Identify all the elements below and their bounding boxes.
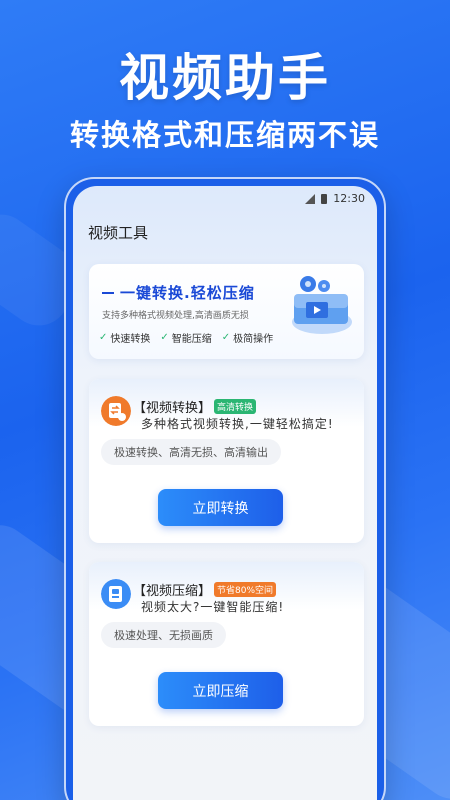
convert-button[interactable]: 立即转换 [158,489,283,526]
feature-item: ✓ 极简操作 [222,330,273,345]
feature-label: 极简操作 [233,334,274,345]
compress-button[interactable]: 立即压缩 [158,672,283,709]
dash-decoration [102,291,114,294]
video-convert-card: 【视频转换】 高清转换 多种格式视频转换,一键轻松搞定! 极速转换、高清无损、高… [89,379,364,543]
video-compress-card: 【视频压缩】 节省80%空间 视频太大?一键智能压缩! 极速处理、无损画质 立即… [89,562,364,726]
card-tag: 高清转换 [214,399,257,414]
convert-icon [101,396,131,426]
banner-features: ✓ 快速转换 ✓ 智能压缩 ✓ 极简操作 [99,330,273,345]
banner-headline-row: 一键转换.轻松压缩 [102,282,255,303]
check-icon: ✓ [221,332,231,343]
check-icon: ✓ [160,332,169,343]
card-tag: 节省80%空间 [214,582,277,597]
compress-icon [101,579,131,609]
signal-icon [305,193,316,204]
feature-item: ✓ 智能压缩 [160,330,211,345]
card-title-row: 【视频转换】 高清转换 [133,397,257,416]
status-bar: 12:30 [305,192,365,205]
banner-description: 支持多种格式视频处理,高清画质无损 [102,311,249,321]
feature-chip: 极速转换、高清无损、高清输出 [101,439,281,465]
card-title: 【视频压缩】 [133,584,212,599]
status-time: 12:30 [333,192,365,205]
promo-banner: 一键转换.轻松压缩 支持多种格式视频处理,高清画质无损 ✓ 快速转换 ✓ 智能压缩 … [89,264,364,359]
hero-subtitle: 转换格式和压缩两不误 [69,118,380,152]
card-title-row: 【视频压缩】 节省80%空间 [133,580,277,599]
phone-mockup: 12:30 视频工具 一键转换.轻松压缩 支持多种格式视频处理,高清画质无损 ✓… [64,177,386,800]
card-description: 多种格式视频转换,一键轻松搞定! [141,417,334,431]
feature-label: 智能压缩 [171,334,212,345]
hero-title: 视频助手 [119,49,331,107]
feature-item: ✓ 快速转换 [99,330,150,345]
banner-headline: 一键转换.轻松压缩 [120,284,255,302]
card-title: 【视频转换】 [133,401,212,416]
feature-chip: 极速处理、无损画质 [101,622,226,648]
video-reel-illustration-icon [292,276,352,334]
page-title: 视频工具 [88,224,149,242]
battery-icon [321,193,328,204]
feature-label: 快速转换 [110,334,151,345]
check-icon: ✓ [99,332,108,343]
card-description: 视频太大?一键智能压缩! [141,600,285,614]
phone-screen: 12:30 视频工具 一键转换.轻松压缩 支持多种格式视频处理,高清画质无损 ✓… [73,186,377,800]
